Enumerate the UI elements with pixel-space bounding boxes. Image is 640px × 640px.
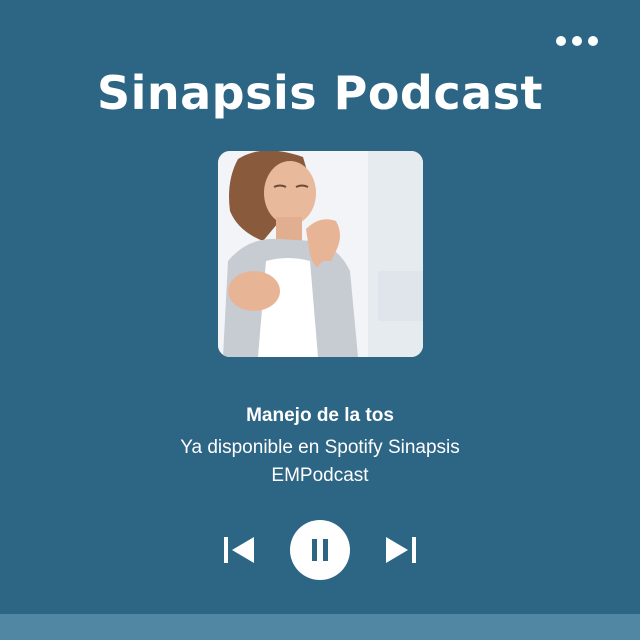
more-options-button[interactable] — [556, 36, 598, 46]
skip-next-icon — [386, 537, 416, 563]
player-controls — [0, 520, 640, 580]
track-subtitle: Ya disponible en Spotify Sinapsis EMPodc… — [180, 437, 460, 486]
episode-cover-image — [218, 151, 423, 357]
track-title: Manejo de la tos — [246, 405, 394, 426]
more-dots-icon — [556, 36, 566, 46]
pause-icon — [312, 539, 328, 561]
podcast-title: Sinapsis Podcast — [96, 66, 544, 120]
pause-button[interactable] — [290, 520, 350, 580]
next-button[interactable] — [384, 533, 418, 572]
episode-cover-illustration — [218, 151, 423, 357]
track-info: Manejo de la tos Ya disponible en Spotif… — [0, 404, 640, 490]
skip-previous-icon — [224, 537, 254, 563]
bottom-bar — [0, 614, 640, 640]
previous-button[interactable] — [222, 533, 256, 572]
